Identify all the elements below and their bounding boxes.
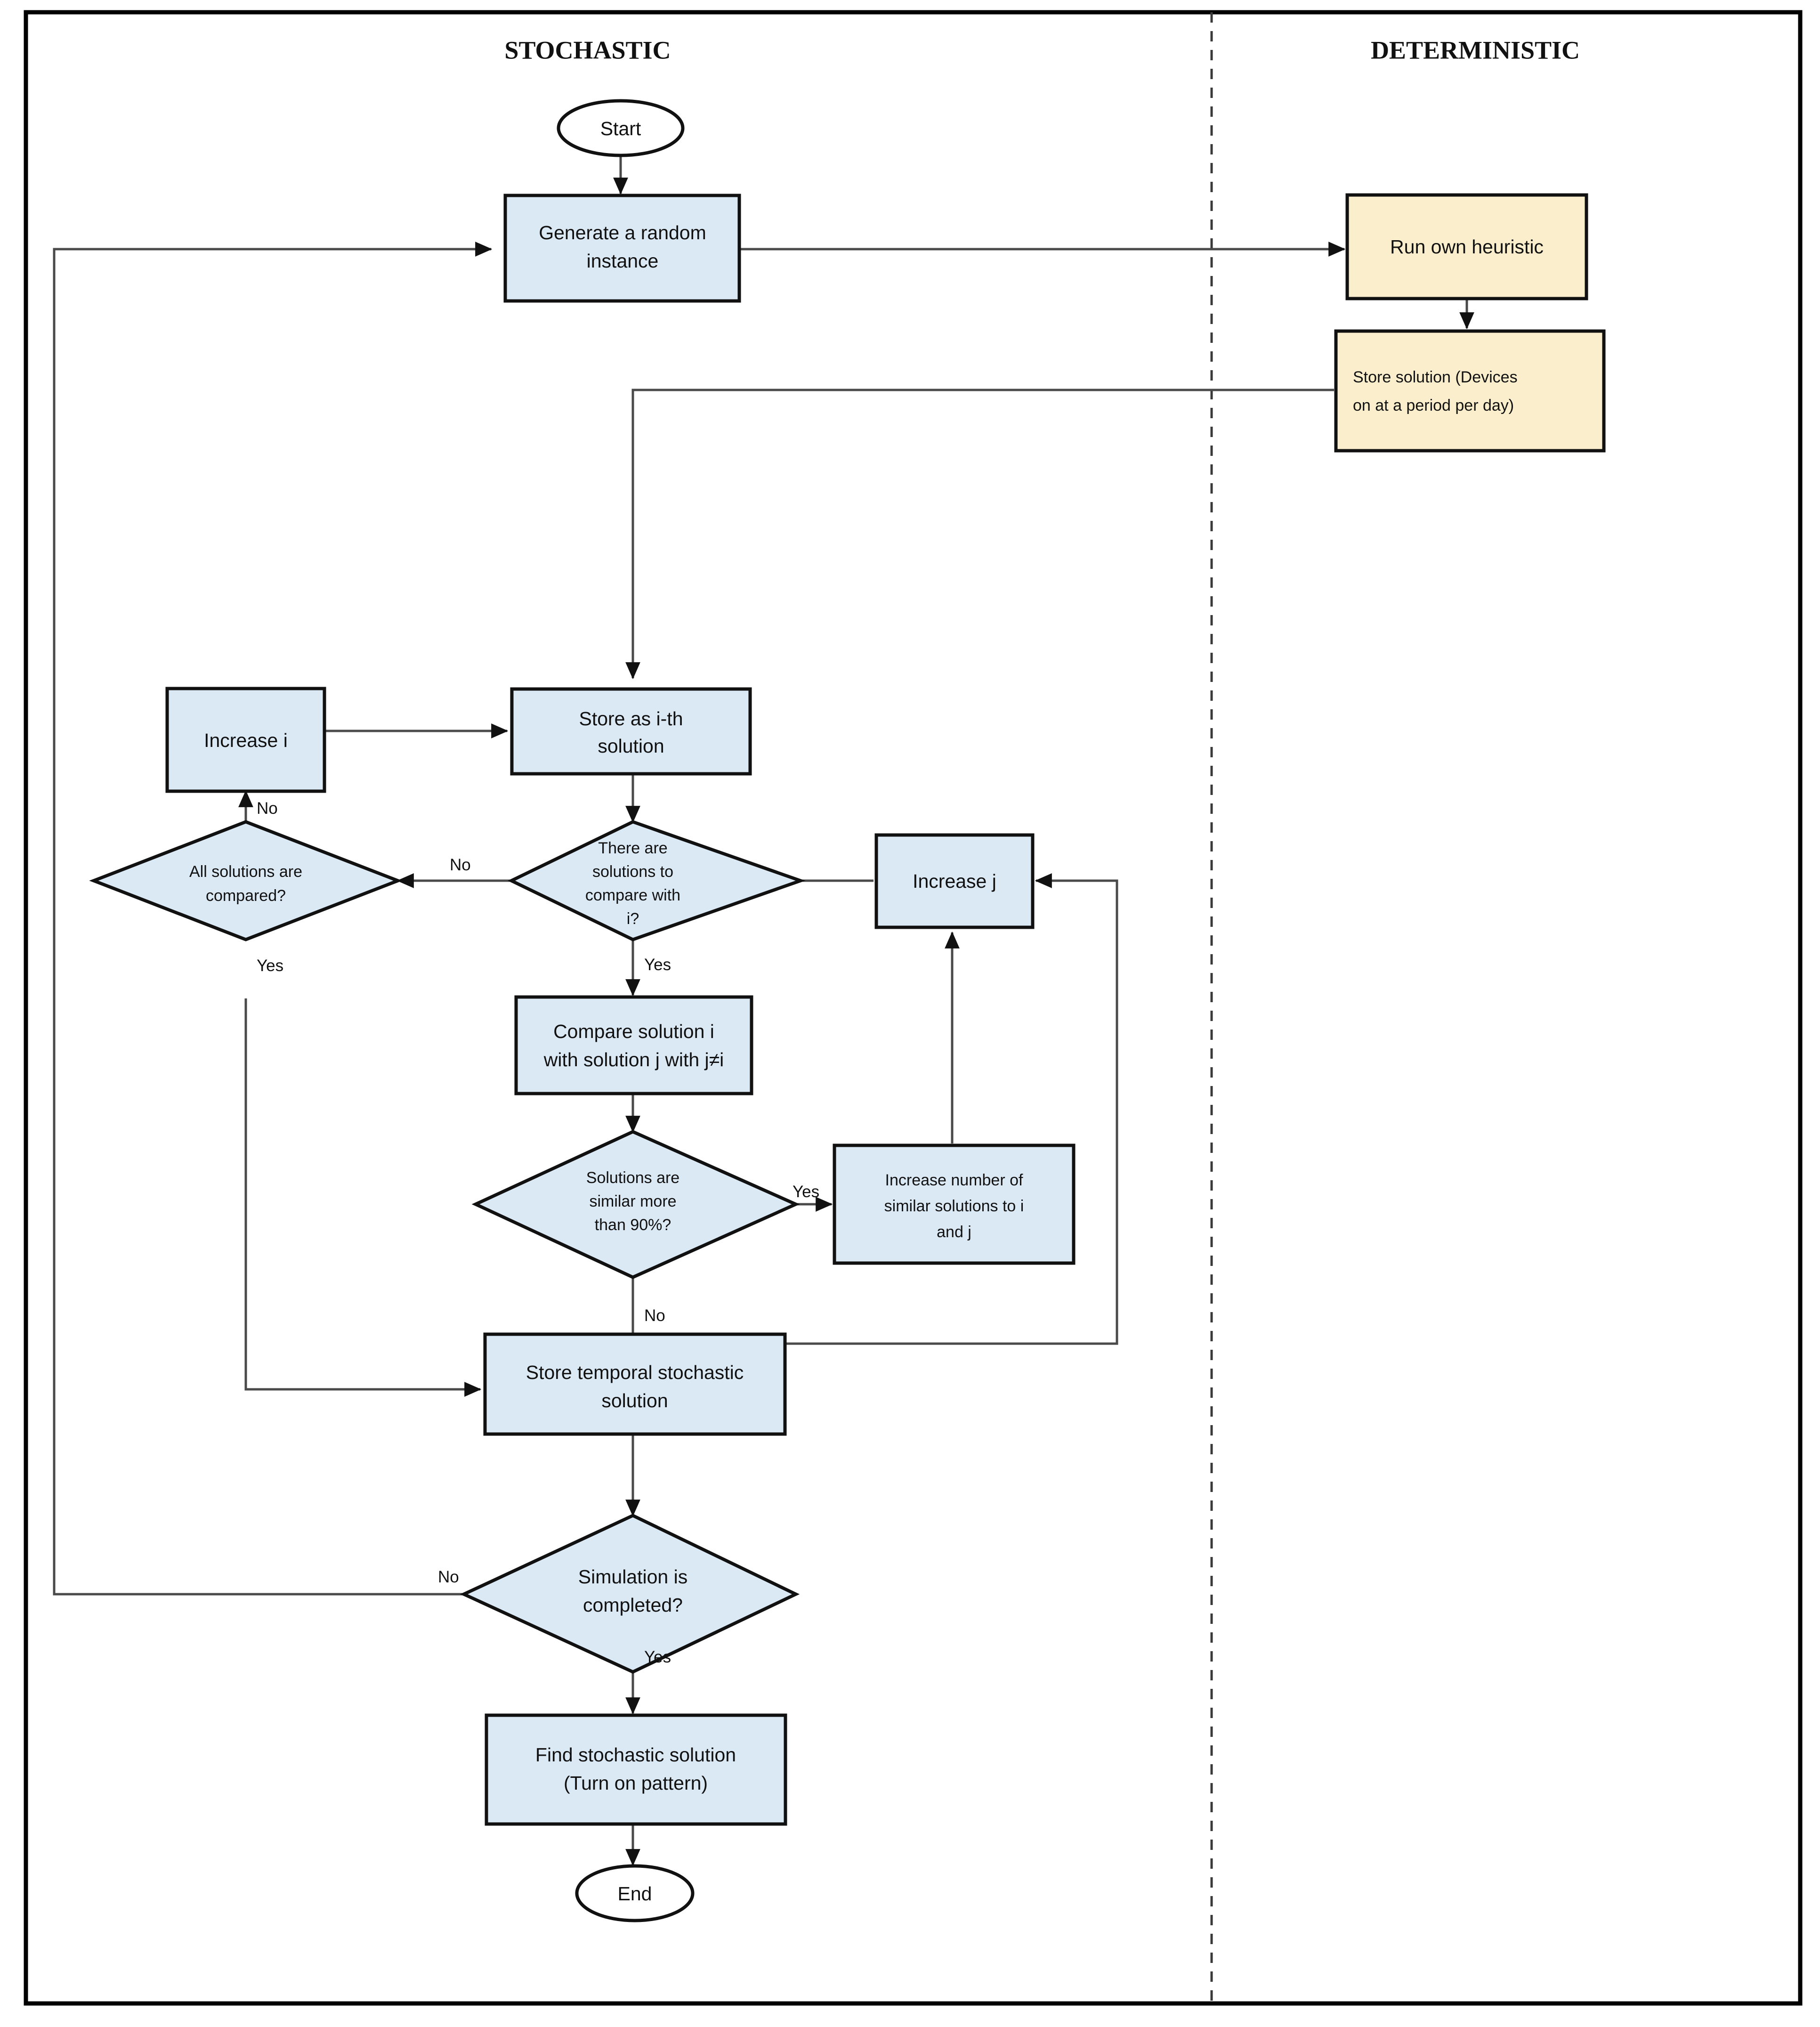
- generate-instance-label-line2: instance: [587, 250, 659, 272]
- all-compared-shape: [89, 820, 403, 941]
- generate-instance-shape: [503, 194, 741, 303]
- simulation-completed-shape: [460, 1514, 800, 1674]
- edge-label-all-compared-no: No: [257, 799, 278, 818]
- edge-label-simulation-no: No: [438, 1568, 459, 1586]
- similar-90-label-line3: than 90%?: [595, 1216, 671, 1234]
- node-find-stochastic[interactable]: Find stochastic solution (Turn on patter…: [485, 1713, 787, 1826]
- edge-label-simulation-yes: Yes: [644, 1648, 671, 1666]
- node-end[interactable]: End: [575, 1864, 695, 1922]
- edge-label-there-are-solutions-yes: Yes: [644, 956, 671, 974]
- edge-store-solution-to-store-ith: [625, 389, 1334, 680]
- edge-label-all-compared-yes: Yes: [257, 957, 283, 975]
- node-store-solution[interactable]: Store solution (Devices on at a period p…: [1334, 329, 1606, 453]
- compare-solution-label-line2: with solution j with j≠i: [543, 1049, 724, 1070]
- node-run-heuristic[interactable]: Run own heuristic: [1345, 193, 1588, 300]
- flowchart-page: STOCHASTIC DETERMINISTIC Start Generate …: [0, 0, 1820, 2027]
- node-compare-solution[interactable]: Compare solution i with solution j with …: [514, 995, 753, 1095]
- edge-all-compared-yes: [244, 998, 482, 1397]
- there-are-solutions-label-line4: i?: [627, 910, 639, 928]
- store-solution-label-line2: on at a period per day): [1353, 397, 1514, 414]
- edge-label-there-are-solutions-no: No: [450, 856, 471, 874]
- increase-similar-label-line1: Increase number of: [885, 1171, 1023, 1189]
- store-temporal-label-line2: solution: [601, 1390, 668, 1411]
- find-stochastic-label-line2: (Turn on pattern): [564, 1772, 708, 1794]
- find-stochastic-shape: [485, 1713, 787, 1826]
- node-all-compared[interactable]: All solutions are compared?: [89, 820, 403, 941]
- simulation-completed-label-line1: Simulation is: [578, 1566, 688, 1588]
- node-there-are-solutions[interactable]: There are solutions to compare with i?: [507, 820, 806, 941]
- node-simulation-completed[interactable]: Simulation is completed?: [460, 1514, 800, 1674]
- node-increase-i[interactable]: Increase i: [165, 687, 326, 793]
- flowchart-canvas: STOCHASTIC DETERMINISTIC Start Generate …: [24, 10, 1803, 2006]
- generate-instance-label-line1: Generate a random: [539, 222, 706, 243]
- increase-similar-label-line3: and j: [937, 1223, 971, 1241]
- compare-solution-label-line1: Compare solution i: [553, 1021, 714, 1042]
- store-ith-shape: [510, 687, 752, 776]
- node-store-temporal[interactable]: Store temporal stochastic solution: [483, 1332, 787, 1436]
- increase-i-label: Increase i: [204, 730, 288, 751]
- start-label: Start: [600, 118, 641, 139]
- store-solution-label-line1: Store solution (Devices: [1353, 368, 1518, 386]
- increase-similar-label-line2: similar solutions to i: [884, 1197, 1024, 1215]
- node-start[interactable]: Start: [557, 99, 685, 157]
- increase-j-label: Increase j: [913, 870, 996, 892]
- there-are-solutions-label-line3: compare with: [585, 886, 680, 904]
- node-increase-similar[interactable]: Increase number of similar solutions to …: [833, 1143, 1076, 1265]
- all-compared-label-line2: compared?: [206, 887, 286, 905]
- similar-90-label-line1: Solutions are: [586, 1169, 679, 1187]
- edge-label-similar-no: No: [644, 1306, 665, 1325]
- there-are-solutions-label-line2: solutions to: [592, 863, 673, 881]
- column-title-deterministic: DETERMINISTIC: [1371, 36, 1580, 64]
- there-are-solutions-label-line1: There are: [598, 839, 667, 857]
- compare-solution-shape: [514, 995, 753, 1095]
- edge-similar-no: [631, 873, 1118, 1345]
- node-generate-instance[interactable]: Generate a random instance: [503, 194, 741, 303]
- store-ith-label-line1: Store as i-th: [579, 708, 683, 730]
- column-title-stochastic: STOCHASTIC: [504, 36, 671, 64]
- node-store-ith[interactable]: Store as i-th solution: [510, 687, 752, 776]
- simulation-completed-label-line2: completed?: [583, 1594, 683, 1616]
- store-solution-shape: [1334, 329, 1606, 453]
- find-stochastic-label-line1: Find stochastic solution: [535, 1744, 736, 1766]
- store-temporal-label-line1: Store temporal stochastic: [526, 1362, 744, 1383]
- store-temporal-shape: [483, 1332, 787, 1436]
- end-label: End: [618, 1883, 652, 1905]
- run-heuristic-label: Run own heuristic: [1390, 236, 1544, 258]
- similar-90-label-line2: similar more: [589, 1192, 676, 1210]
- node-similar-90[interactable]: Solutions are similar more than 90%?: [471, 1130, 800, 1279]
- edge-label-similar-yes: Yes: [793, 1183, 819, 1201]
- node-increase-j[interactable]: Increase j: [874, 833, 1035, 929]
- all-compared-label-line1: All solutions are: [189, 863, 302, 881]
- outer-frame: [24, 10, 1803, 2006]
- store-ith-label-line2: solution: [598, 735, 664, 757]
